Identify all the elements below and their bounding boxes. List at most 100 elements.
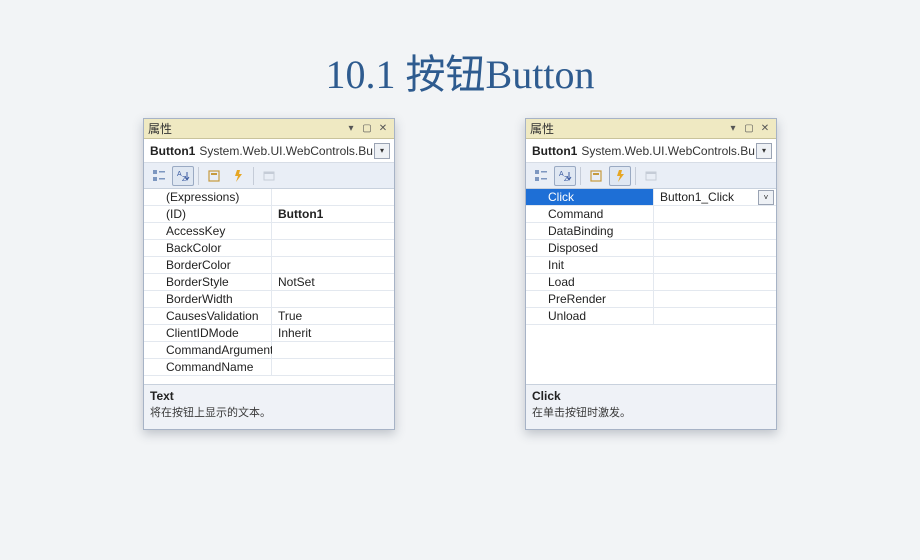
event-grid[interactable]: ClickButton1_Click˅CommandDataBindingDis… <box>526 189 776 385</box>
property-value[interactable]: Button1 <box>272 206 394 223</box>
event-row[interactable]: PreRender <box>526 291 776 308</box>
property-row[interactable]: CommandName <box>144 359 394 376</box>
categorized-icon[interactable] <box>530 166 552 186</box>
object-dropdown-icon[interactable]: ▾ <box>756 143 772 159</box>
event-name: Click <box>526 189 654 206</box>
event-row[interactable]: Load <box>526 274 776 291</box>
close-icon[interactable]: ✕ <box>376 122 390 136</box>
toolbar-separator <box>580 167 581 185</box>
property-name: BorderStyle <box>144 274 272 291</box>
event-name: Load <box>526 274 654 291</box>
object-selector[interactable]: Button1 System.Web.UI.WebControls.Bu ▾ <box>526 139 776 163</box>
event-row[interactable]: DataBinding <box>526 223 776 240</box>
object-type: System.Web.UI.WebControls.Bu <box>195 144 374 158</box>
property-row[interactable]: AccessKey <box>144 223 394 240</box>
properties-icon[interactable] <box>585 166 607 186</box>
object-dropdown-icon[interactable]: ▾ <box>374 143 390 159</box>
property-value[interactable]: NotSet <box>272 274 394 291</box>
titlebar: 属性 ▾ ▢ ✕ <box>526 119 776 139</box>
event-value[interactable] <box>654 291 776 308</box>
close-icon[interactable]: ✕ <box>758 122 772 136</box>
window-position-icon[interactable]: ▢ <box>742 122 756 136</box>
property-name: BorderWidth <box>144 291 272 308</box>
autohide-pin-icon[interactable]: ▾ <box>344 122 358 136</box>
event-value[interactable] <box>654 308 776 325</box>
event-value[interactable] <box>654 240 776 257</box>
alphabetical-icon[interactable]: AZ <box>172 166 194 186</box>
property-name: CommandName <box>144 359 272 376</box>
event-name: PreRender <box>526 291 654 308</box>
toolbar-separator <box>635 167 636 185</box>
event-name: Command <box>526 206 654 223</box>
window-position-icon[interactable]: ▢ <box>360 122 374 136</box>
event-row[interactable]: Disposed <box>526 240 776 257</box>
description-title: Text <box>150 389 388 403</box>
description-text: 将在按钮上显示的文本。 <box>150 403 388 420</box>
event-value[interactable] <box>654 223 776 240</box>
property-name: BorderColor <box>144 257 272 274</box>
event-value[interactable] <box>654 257 776 274</box>
toolbar-separator <box>253 167 254 185</box>
object-selector[interactable]: Button1 System.Web.UI.WebControls.Bu ▾ <box>144 139 394 163</box>
page-title: 10.1 按钮Button <box>0 42 920 100</box>
property-name: ClientIDMode <box>144 325 272 342</box>
description-title: Click <box>532 389 770 403</box>
property-pages-icon <box>640 166 662 186</box>
object-type: System.Web.UI.WebControls.Bu <box>577 144 756 158</box>
event-row[interactable]: Unload <box>526 308 776 325</box>
event-row[interactable]: ClickButton1_Click˅ <box>526 189 776 206</box>
object-name: Button1 <box>532 144 577 158</box>
property-value[interactable] <box>272 359 394 376</box>
event-row[interactable]: Init <box>526 257 776 274</box>
toolbar: AZ <box>526 163 776 189</box>
property-value[interactable] <box>272 291 394 308</box>
property-name: CausesValidation <box>144 308 272 325</box>
event-name: Unload <box>526 308 654 325</box>
property-value[interactable] <box>272 189 394 206</box>
property-name: CommandArgument <box>144 342 272 359</box>
properties-panel-right: 属性 ▾ ▢ ✕ Button1 System.Web.UI.WebContro… <box>525 118 777 430</box>
events-icon[interactable] <box>227 166 249 186</box>
property-row[interactable]: (ID)Button1 <box>144 206 394 223</box>
alphabetical-icon[interactable]: AZ <box>554 166 576 186</box>
property-name: AccessKey <box>144 223 272 240</box>
property-row[interactable]: BorderWidth <box>144 291 394 308</box>
properties-icon[interactable] <box>203 166 225 186</box>
autohide-pin-icon[interactable]: ▾ <box>726 122 740 136</box>
event-value[interactable] <box>654 274 776 291</box>
event-row[interactable]: Command <box>526 206 776 223</box>
event-value[interactable] <box>654 206 776 223</box>
property-row[interactable]: CausesValidationTrue <box>144 308 394 325</box>
property-value[interactable] <box>272 342 394 359</box>
property-row[interactable]: BackColor <box>144 240 394 257</box>
property-pages-icon <box>258 166 280 186</box>
value-dropdown-icon[interactable]: ˅ <box>758 190 774 205</box>
toolbar: AZ <box>144 163 394 189</box>
property-row[interactable]: (Expressions) <box>144 189 394 206</box>
titlebar-text: 属性 <box>530 120 724 137</box>
description-pane: Click 在单击按钮时激发。 <box>526 385 776 429</box>
events-icon[interactable] <box>609 166 631 186</box>
event-name: Init <box>526 257 654 274</box>
property-name: BackColor <box>144 240 272 257</box>
description-pane: Text 将在按钮上显示的文本。 <box>144 385 394 429</box>
property-name: (ID) <box>144 206 272 223</box>
toolbar-separator <box>198 167 199 185</box>
titlebar-text: 属性 <box>148 120 342 137</box>
property-name: (Expressions) <box>144 189 272 206</box>
object-name: Button1 <box>150 144 195 158</box>
property-value[interactable] <box>272 223 394 240</box>
property-value[interactable]: True <box>272 308 394 325</box>
categorized-icon[interactable] <box>148 166 170 186</box>
property-grid[interactable]: (Expressions)(ID)Button1AccessKeyBackCol… <box>144 189 394 385</box>
event-name: DataBinding <box>526 223 654 240</box>
property-value[interactable] <box>272 257 394 274</box>
property-row[interactable]: ClientIDModeInherit <box>144 325 394 342</box>
property-row[interactable]: CommandArgument <box>144 342 394 359</box>
titlebar: 属性 ▾ ▢ ✕ <box>144 119 394 139</box>
property-value[interactable]: Inherit <box>272 325 394 342</box>
property-value[interactable] <box>272 240 394 257</box>
event-value[interactable]: Button1_Click˅ <box>654 189 776 206</box>
property-row[interactable]: BorderColor <box>144 257 394 274</box>
property-row[interactable]: BorderStyleNotSet <box>144 274 394 291</box>
